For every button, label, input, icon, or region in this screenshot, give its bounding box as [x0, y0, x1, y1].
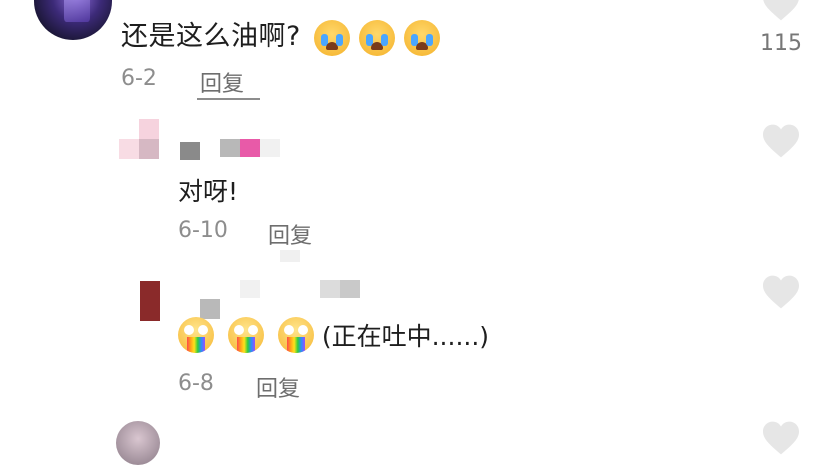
reply-underline: [197, 98, 260, 100]
reply-text: 对呀!: [178, 177, 239, 206]
reply-button[interactable]: 回复: [256, 371, 300, 403]
reply-button[interactable]: 回复: [268, 218, 312, 250]
username-mosaic[interactable]: [178, 139, 288, 161]
reply-text: (正在吐中......): [178, 317, 489, 353]
like-heart-icon[interactable]: [761, 274, 801, 310]
reply-text-content: (正在吐中......): [321, 322, 490, 351]
reply-button[interactable]: 回复: [200, 66, 244, 98]
comment-text: 还是这么油啊?: [121, 14, 441, 56]
like-heart-icon[interactable]: [761, 420, 801, 456]
reply-date: 6-8: [178, 371, 214, 396]
reply-avatar-mosaic[interactable]: [119, 119, 161, 161]
username-mosaic[interactable]: [180, 280, 370, 320]
next-comment-avatar[interactable]: [116, 421, 160, 465]
like-heart-icon[interactable]: [761, 0, 801, 22]
vomiting-face-emoji: [277, 317, 314, 353]
crying-face-emoji: [404, 19, 441, 56]
comment-date: 6-2: [121, 66, 157, 91]
comment-avatar[interactable]: [34, 0, 112, 40]
crying-face-emoji: [359, 19, 396, 56]
comment-text-content: 还是这么油啊?: [121, 21, 301, 52]
crying-face-emoji: [313, 19, 350, 56]
vomiting-face-emoji: [178, 317, 214, 353]
reply-avatar-mosaic[interactable]: [140, 281, 160, 321]
like-count: 115: [760, 31, 802, 56]
reply-date: 6-10: [178, 218, 228, 243]
vomiting-face-emoji: [227, 317, 264, 353]
mosaic-fragment: [280, 250, 300, 262]
like-heart-icon[interactable]: [761, 123, 801, 159]
